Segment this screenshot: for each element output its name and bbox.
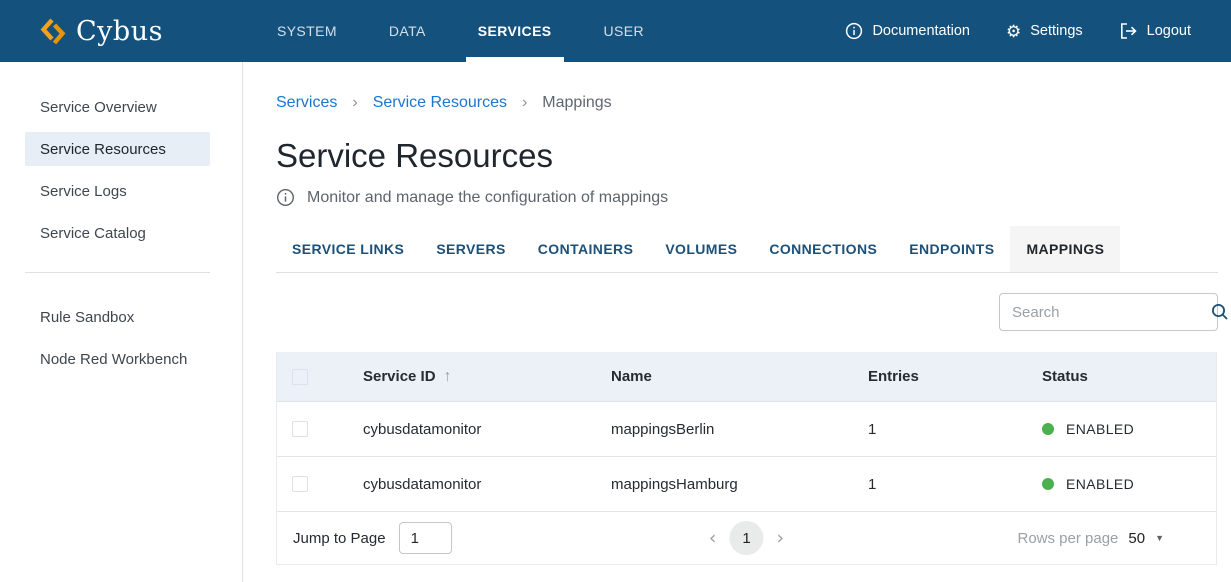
sidebar-item-service-catalog[interactable]: Service Catalog <box>25 216 210 250</box>
top-navigation: SYSTEM DATA SERVICES USER <box>251 0 670 62</box>
sidebar-item-service-logs[interactable]: Service Logs <box>25 174 210 208</box>
info-icon <box>276 188 295 207</box>
gear-icon: ⚙ <box>1006 23 1021 40</box>
tab-endpoints[interactable]: ENDPOINTS <box>893 226 1010 272</box>
mappings-table: Service ID ↑ Name Entries Status cybusda… <box>276 352 1217 565</box>
content-shell: Service Overview Service Resources Servi… <box>0 62 1231 582</box>
main-content: Services › Service Resources › Mappings … <box>243 62 1231 582</box>
page-description-text: Monitor and manage the configuration of … <box>307 189 668 207</box>
row-checkbox[interactable] <box>292 421 308 437</box>
settings-label: Settings <box>1030 23 1082 39</box>
cell-service-id: cybusdatamonitor <box>347 476 595 493</box>
select-all-checkbox[interactable] <box>292 369 308 385</box>
top-bar: Cybus SYSTEM DATA SERVICES USER Document… <box>0 0 1231 62</box>
column-label-service-id: Service ID <box>363 368 436 385</box>
tab-servers[interactable]: SERVERS <box>420 226 521 272</box>
status-badge: ENABLED <box>1066 476 1134 492</box>
sidebar-item-service-resources[interactable]: Service Resources <box>25 132 210 166</box>
settings-button[interactable]: ⚙ Settings <box>1006 23 1083 40</box>
sort-ascending-icon[interactable]: ↑ <box>444 368 452 386</box>
jump-to-page-label: Jump to Page <box>293 530 386 547</box>
tab-mappings[interactable]: MAPPINGS <box>1010 226 1120 272</box>
documentation-button[interactable]: Documentation <box>845 22 970 40</box>
search-row <box>276 293 1218 331</box>
tab-connections[interactable]: CONNECTIONS <box>753 226 893 272</box>
header-checkbox-cell <box>277 369 347 385</box>
page-description: Monitor and manage the configuration of … <box>276 188 1218 207</box>
previous-page-icon[interactable]: ‹ <box>709 527 717 549</box>
breadcrumb-link-service-resources[interactable]: Service Resources <box>373 94 507 112</box>
logout-button[interactable]: Logout <box>1119 22 1191 40</box>
documentation-label: Documentation <box>872 23 970 39</box>
table-row[interactable]: cybusdatamonitor mappingsHamburg 1 ENABL… <box>277 456 1216 511</box>
column-header-service-id[interactable]: Service ID ↑ <box>347 368 595 386</box>
rows-per-page-select[interactable]: Rows per page 50 ▼ <box>1017 530 1164 547</box>
row-checkbox-cell <box>277 421 347 437</box>
page-number-button[interactable]: 1 <box>730 521 764 555</box>
cell-name: mappingsBerlin <box>595 421 852 438</box>
breadcrumb-current-mappings: Mappings <box>542 94 611 112</box>
sidebar: Service Overview Service Resources Servi… <box>0 62 243 582</box>
row-checkbox[interactable] <box>292 476 308 492</box>
breadcrumb-separator: › <box>352 94 357 112</box>
cybus-logo-icon <box>40 17 66 46</box>
logout-icon <box>1119 22 1138 40</box>
cell-entries: 1 <box>852 421 1026 438</box>
page-title: Service Resources <box>276 135 1218 177</box>
rows-per-page-label: Rows per page <box>1017 530 1118 547</box>
breadcrumb-separator: › <box>522 94 527 112</box>
info-icon <box>845 22 863 40</box>
column-header-status[interactable]: Status <box>1026 368 1216 385</box>
status-enabled-dot <box>1042 423 1054 435</box>
search-icon[interactable] <box>1211 303 1229 321</box>
breadcrumb-link-services[interactable]: Services <box>276 94 337 112</box>
table-footer: Jump to Page ‹ 1 › Rows per page 50 ▼ <box>277 511 1216 564</box>
cell-status: ENABLED <box>1026 421 1216 437</box>
cell-name: mappingsHamburg <box>595 476 852 493</box>
status-badge: ENABLED <box>1066 421 1134 437</box>
table-row[interactable]: cybusdatamonitor mappingsBerlin 1 ENABLE… <box>277 401 1216 456</box>
column-header-name[interactable]: Name <box>595 368 852 385</box>
search-box <box>999 293 1218 331</box>
cell-entries: 1 <box>852 476 1026 493</box>
row-checkbox-cell <box>277 476 347 492</box>
table-header-row: Service ID ↑ Name Entries Status <box>277 352 1216 401</box>
tab-service-links[interactable]: SERVICE LINKS <box>276 226 420 272</box>
nav-item-data[interactable]: DATA <box>377 0 438 62</box>
nav-item-user[interactable]: USER <box>592 0 657 62</box>
cell-service-id: cybusdatamonitor <box>347 421 595 438</box>
search-input[interactable] <box>1012 304 1211 321</box>
status-enabled-dot <box>1042 478 1054 490</box>
chevron-down-icon: ▼ <box>1155 533 1164 543</box>
breadcrumb: Services › Service Resources › Mappings <box>276 92 1218 114</box>
sidebar-item-node-red-workbench[interactable]: Node Red Workbench <box>25 342 210 376</box>
nav-item-services[interactable]: SERVICES <box>466 0 564 62</box>
sidebar-item-service-overview[interactable]: Service Overview <box>25 90 210 124</box>
top-actions: Documentation ⚙ Settings Logout <box>845 22 1191 40</box>
sidebar-divider <box>25 272 210 273</box>
tab-volumes[interactable]: VOLUMES <box>649 226 753 272</box>
next-page-icon[interactable]: › <box>777 527 785 549</box>
sidebar-item-rule-sandbox[interactable]: Rule Sandbox <box>25 300 210 334</box>
column-header-entries[interactable]: Entries <box>852 368 1026 385</box>
nav-item-system[interactable]: SYSTEM <box>265 0 349 62</box>
rows-per-page-value: 50 <box>1128 530 1145 547</box>
pager: ‹ 1 › <box>709 521 784 555</box>
logout-label: Logout <box>1147 23 1191 39</box>
cybus-logo[interactable]: Cybus <box>40 16 163 47</box>
tab-containers[interactable]: CONTAINERS <box>522 226 650 272</box>
logo-text: Cybus <box>76 16 163 47</box>
jump-to-page-input[interactable] <box>399 522 452 554</box>
resource-tabs: SERVICE LINKS SERVERS CONTAINERS VOLUMES… <box>276 226 1218 273</box>
cell-status: ENABLED <box>1026 476 1216 492</box>
